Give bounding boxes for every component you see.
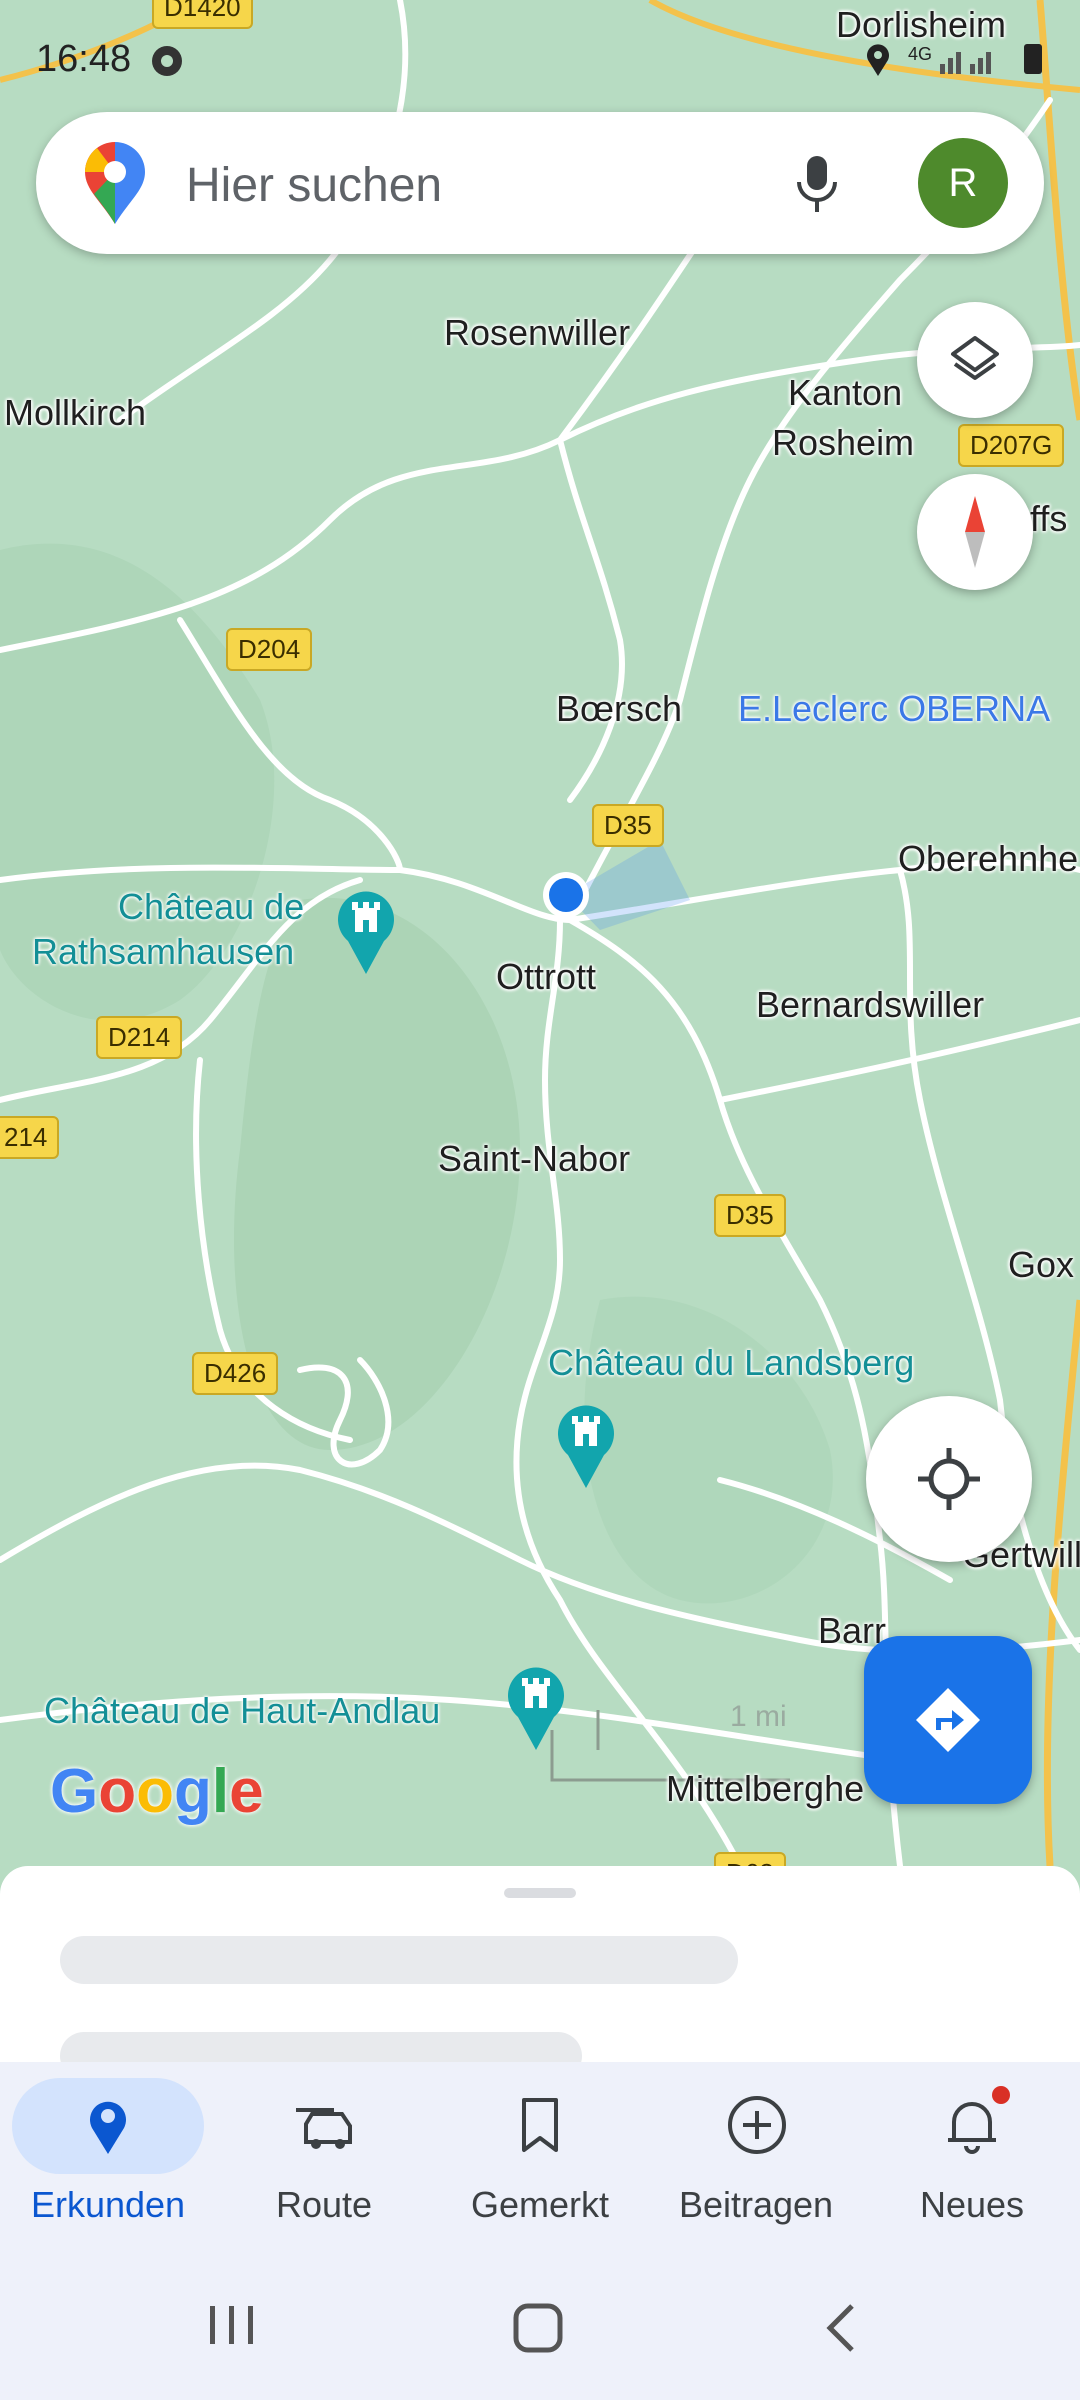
microphone-icon[interactable]	[792, 154, 842, 219]
scale-label: 1 mi	[730, 1700, 787, 1733]
nav-label-route: Route	[275, 2184, 373, 2225]
bell-icon	[944, 2096, 1000, 2159]
nav-item-route[interactable]: Route	[216, 2062, 432, 2262]
bottom-sheet[interactable]	[0, 1866, 1080, 2080]
town-label-boersch[interactable]: Bœrsch	[556, 688, 682, 730]
poi-label-line-1: Château de	[118, 886, 305, 927]
town-label-saint-nabor[interactable]: Saint-Nabor	[438, 1138, 630, 1180]
town-label-oberehnheim[interactable]: Oberehnhe	[898, 838, 1078, 880]
town-label-gox[interactable]: Gox	[1008, 1244, 1074, 1286]
search-input[interactable]: Hier suchen	[186, 158, 442, 213]
road-shield-d35-south: D35	[714, 1194, 786, 1237]
poi-label-chateau-rathsamhausen[interactable]: Château de Rathsamhausen	[22, 884, 304, 974]
avatar-letter: R	[948, 161, 978, 205]
chrome-icon	[152, 46, 182, 76]
network-type-label: 4G	[908, 44, 933, 64]
sheet-drag-handle[interactable]	[504, 1888, 576, 1898]
poi-label-chateau-haut-andlau[interactable]: Château de Haut-Andlau	[44, 1688, 440, 1733]
poi-label-line-2: Rathsamhausen	[31, 931, 295, 972]
compass-button[interactable]	[917, 474, 1033, 590]
road-shield-d426: D426	[192, 1352, 279, 1395]
layers-button[interactable]	[917, 302, 1033, 418]
road-shield-d204: D204	[226, 628, 313, 671]
nav-item-neues[interactable]: Neues	[864, 2062, 1080, 2262]
pin-icon	[86, 2096, 130, 2161]
home-button[interactable]	[512, 2302, 564, 2359]
recent-apps-button[interactable]	[206, 2302, 258, 2353]
town-label-rosheim[interactable]: Rosheim	[772, 422, 914, 464]
status-bar: 16:48 4G	[0, 0, 1080, 110]
signal-icon	[940, 44, 1010, 81]
notification-dot	[992, 2086, 1010, 2104]
poi-label-chateau-landsberg[interactable]: Château du Landsberg	[548, 1340, 914, 1385]
nav-item-erkunden[interactable]: Erkunden	[0, 2062, 216, 2262]
back-button[interactable]	[822, 2302, 862, 2359]
road-shield-d35-north: D35	[592, 804, 664, 847]
car-icon	[292, 2100, 356, 2157]
town-label-bernardswiller[interactable]: Bernardswiller	[756, 984, 984, 1026]
town-label-kanton[interactable]: Kanton	[788, 372, 902, 414]
crosshair-icon	[916, 1446, 982, 1517]
bottom-navigation: Erkunden Route Gemerkt Beitragen Neues	[0, 2062, 1080, 2400]
business-label-leclerc[interactable]: E.Leclerc OBERNA	[738, 688, 1050, 730]
road-shield-d214: D214	[96, 1016, 183, 1059]
my-location-button[interactable]	[866, 1396, 1032, 1562]
nav-label-neues: Neues	[919, 2184, 1025, 2225]
battery-icon	[1024, 44, 1042, 74]
road-shield-d214-edge: 214	[0, 1116, 60, 1159]
nav-item-beitragen[interactable]: Beitragen	[648, 2062, 864, 2262]
map-canvas[interactable]: D1420 D207G D204 D35 D214 214 D35 D426 D…	[0, 0, 1080, 1895]
nav-item-gemerkt[interactable]: Gemerkt	[432, 2062, 648, 2262]
town-label-mittelbergheim[interactable]: Mittelberghe	[666, 1768, 864, 1810]
search-bar[interactable]: Hier suchen R	[36, 112, 1044, 254]
add-circle-icon	[726, 2094, 788, 2161]
bookmark-icon	[518, 2096, 562, 2159]
layers-icon	[947, 332, 1003, 393]
google-maps-logo-icon	[82, 142, 148, 231]
directions-button[interactable]	[864, 1636, 1032, 1804]
nav-label-gemerkt: Gemerkt	[470, 2184, 610, 2225]
directions-icon	[914, 1686, 982, 1759]
town-label-mollkirch[interactable]: Mollkirch	[4, 392, 146, 434]
compass-icon	[951, 492, 999, 577]
castle-pin-icon[interactable]	[336, 886, 396, 981]
avatar[interactable]: R	[918, 138, 1008, 228]
nav-label-erkunden: Erkunden	[30, 2184, 186, 2225]
location-status-icon	[864, 42, 892, 83]
castle-pin-icon[interactable]	[556, 1400, 616, 1495]
castle-pin-icon[interactable]	[506, 1662, 566, 1757]
nav-label-beitragen: Beitragen	[678, 2184, 834, 2225]
town-label-ottrott[interactable]: Ottrott	[496, 956, 596, 998]
loading-placeholder-bar	[60, 1936, 738, 1984]
town-label-rosenwiller[interactable]: Rosenwiller	[444, 312, 630, 354]
google-watermark: Google	[50, 1757, 264, 1826]
status-time: 16:48	[36, 38, 132, 80]
road-shield-d207g: D207G	[958, 424, 1065, 467]
